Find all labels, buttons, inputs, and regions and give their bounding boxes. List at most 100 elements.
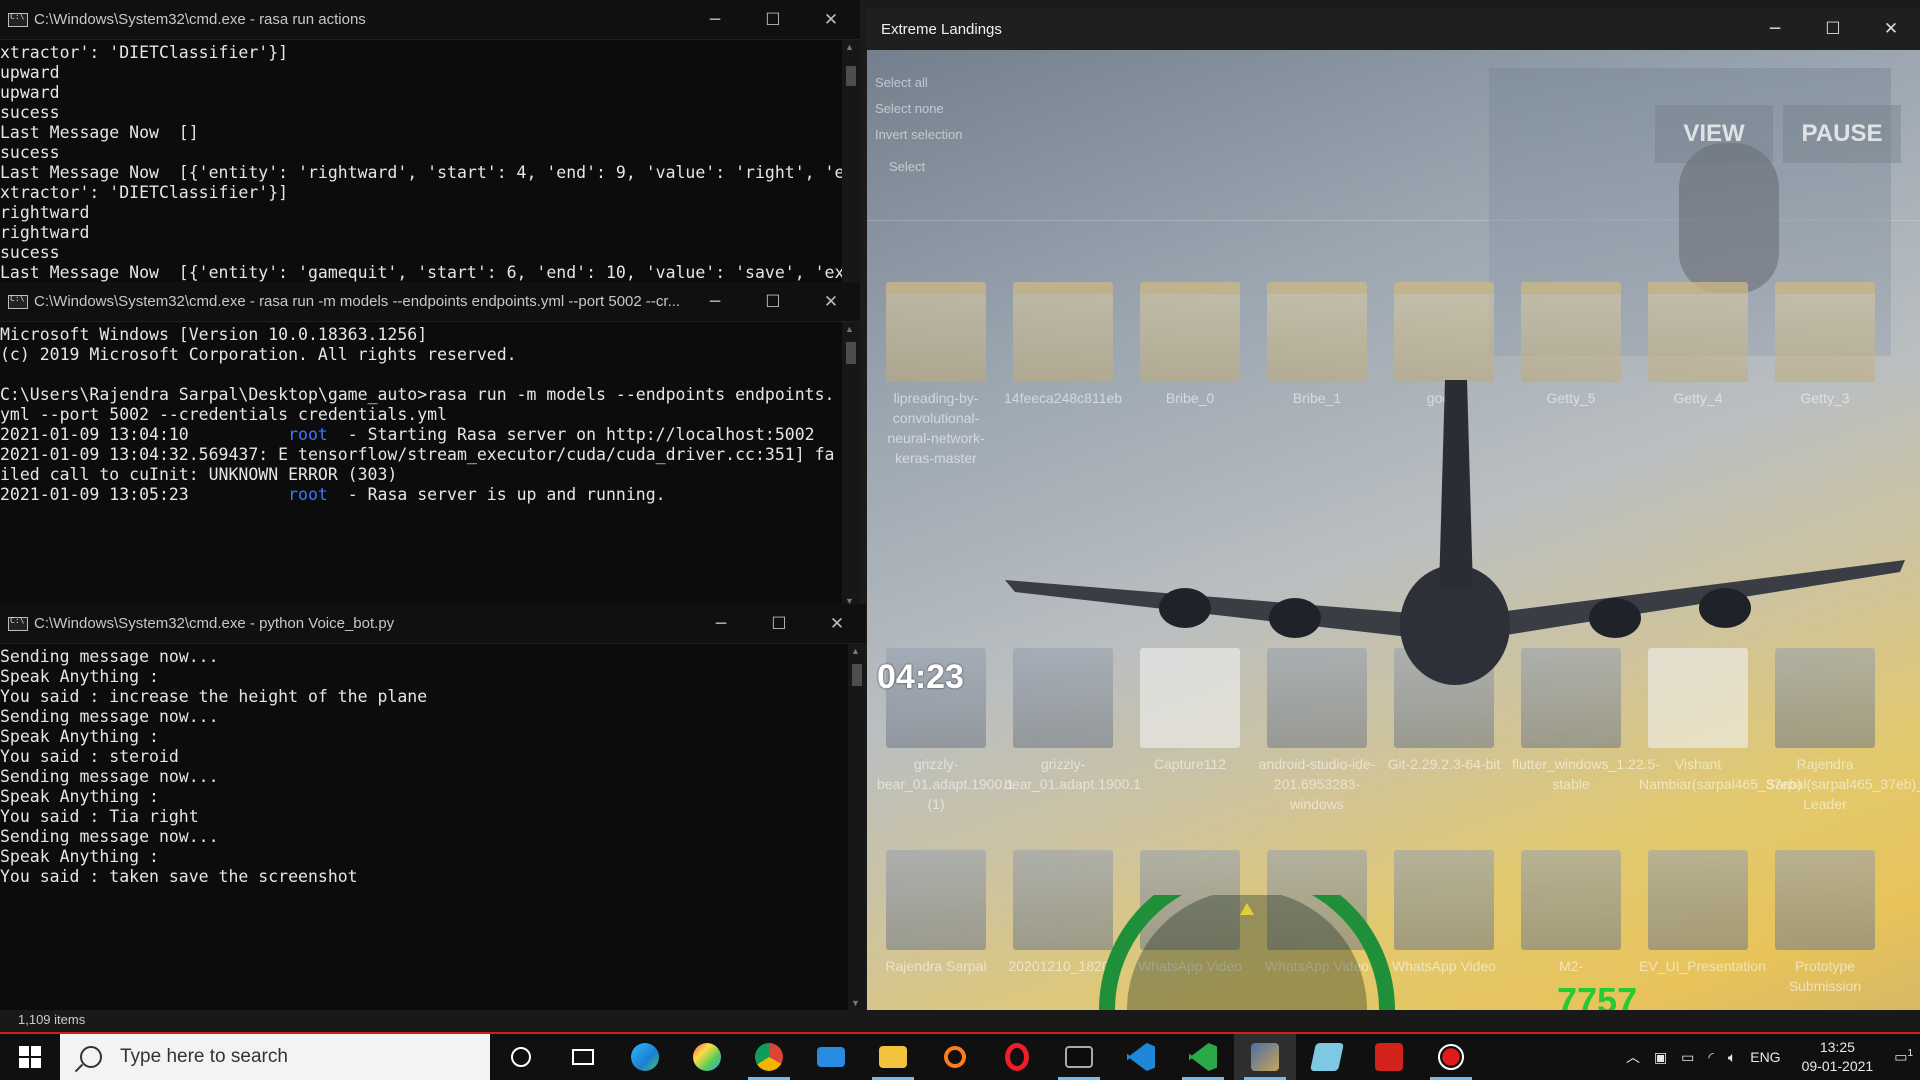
opera-browser-icon[interactable] (986, 1034, 1048, 1080)
desktop-icon[interactable]: M2- (1512, 850, 1630, 976)
vscode-icon[interactable] (1110, 1034, 1172, 1080)
minimize-icon[interactable]: ─ (686, 292, 744, 312)
cmd-titlebar[interactable]: C:\Windows\System32\cmd.exe - rasa run a… (0, 0, 860, 40)
taskbar-search-box[interactable]: Type here to search (60, 1034, 490, 1080)
edge-browser-icon[interactable] (614, 1034, 676, 1080)
clock[interactable]: 13:25 09-01-2021 (1802, 1038, 1874, 1076)
file-thumbnail (886, 850, 986, 950)
scroll-up-icon[interactable]: ▲ (845, 42, 854, 52)
scroll-down-icon[interactable]: ▼ (851, 998, 860, 1008)
desktop-icon-label: android-studio-ide-201.6953283-windows (1258, 756, 1376, 812)
file-thumbnail (886, 282, 986, 382)
maximize-icon[interactable]: ☐ (744, 10, 802, 30)
scroll-thumb[interactable] (846, 342, 856, 364)
view-button[interactable]: VIEW (1655, 105, 1773, 163)
mail-icon[interactable] (800, 1034, 862, 1080)
desktop-icon-label: Git-2.29.2.3-64-bit (1387, 756, 1501, 772)
game-timer: 04:23 (877, 658, 964, 696)
cmd-titlebar[interactable]: C:\Windows\System32\cmd.exe - python Voi… (0, 604, 866, 644)
scrollbar[interactable]: ▲ (842, 40, 860, 282)
scroll-up-icon[interactable]: ▲ (845, 324, 854, 334)
pause-button[interactable]: PAUSE (1783, 105, 1901, 163)
log-tag: root (188, 425, 348, 444)
desktop-icon[interactable]: WhatsApp Video (1385, 850, 1503, 976)
taskbar: Type here to search ︿ ▣ ▭ ◜ 🔈︎ ENG 13:25… (0, 1032, 1920, 1080)
desktop-icon[interactable]: EV_UI_Presentation (1639, 850, 1766, 976)
extreme-landings-icon[interactable] (1234, 1034, 1296, 1080)
file-thumbnail (1013, 282, 1113, 382)
desktop-icon[interactable]: Rajendra Sarpal (877, 850, 995, 976)
desktop-icon[interactable]: lipreading-by-convolutional-neural-netwo… (877, 282, 995, 468)
console-line: Speak Anything : (0, 787, 159, 806)
minimize-icon[interactable]: ─ (692, 614, 750, 634)
battery-icon[interactable]: ▭ (1681, 1049, 1694, 1066)
notepad-icon[interactable] (1296, 1034, 1358, 1080)
file-thumbnail (1394, 850, 1494, 950)
minimize-icon[interactable]: ─ (686, 10, 744, 30)
show-hidden-icons-chevron-up-icon[interactable]: ︿ (1626, 1047, 1640, 1067)
scroll-up-icon[interactable]: ▲ (851, 646, 860, 656)
maximize-icon[interactable]: ☐ (750, 614, 808, 634)
desktop-icon-label: EV_UI_Presentation (1639, 958, 1766, 974)
scrollbar[interactable]: ▲ ▼ (848, 644, 866, 1010)
minimize-icon[interactable]: ─ (1746, 19, 1804, 39)
visual-studio-icon[interactable] (1172, 1034, 1234, 1080)
log-tag: root (188, 485, 348, 504)
scrollbar[interactable]: ▲ ▼ (842, 322, 860, 608)
close-icon[interactable]: ✕ (802, 292, 860, 312)
cmd-window-rasa-actions[interactable]: C:\Windows\System32\cmd.exe - rasa run a… (0, 0, 860, 282)
windows-logo-icon (19, 1046, 41, 1068)
notification-center-icon[interactable]: ▭1 (1894, 1048, 1913, 1066)
console-line: rightward (0, 223, 90, 242)
scroll-thumb[interactable] (846, 66, 856, 86)
clock-date: 09-01-2021 (1801, 1058, 1874, 1074)
cortana-icon[interactable] (490, 1034, 552, 1080)
explorer-statusbar: 1,109 items (0, 1010, 1920, 1032)
scroll-thumb[interactable] (852, 664, 862, 686)
search-tool-icon[interactable] (924, 1034, 986, 1080)
console-line: Sending message now... (0, 707, 219, 726)
maximize-icon[interactable]: ☐ (744, 292, 802, 312)
game-window-extreme-landings[interactable]: Extreme Landings ─ ☐ ✕ Select all Select… (867, 8, 1920, 1010)
device-icon[interactable]: ▣ (1654, 1049, 1667, 1066)
window-title: C:\Windows\System32\cmd.exe - python Voi… (34, 615, 395, 632)
cmd-window-voice-bot[interactable]: C:\Windows\System32\cmd.exe - python Voi… (0, 604, 866, 1010)
file-thumbnail (1267, 282, 1367, 382)
chrome-icon[interactable] (738, 1034, 800, 1080)
paint-app-icon[interactable] (676, 1034, 738, 1080)
close-icon[interactable]: ✕ (802, 10, 860, 30)
desktop-icon-label: Rajendra Sarpal(sarpal465_37eb)_Team Lea… (1766, 756, 1920, 812)
volume-icon[interactable]: 🔈︎ (1728, 1049, 1736, 1066)
file-thumbnail (1648, 850, 1748, 950)
task-view-icon[interactable] (552, 1034, 614, 1080)
console-line: upward (0, 63, 60, 82)
close-icon[interactable]: ✕ (1862, 19, 1920, 39)
screen-recorder-icon[interactable] (1420, 1034, 1482, 1080)
close-icon[interactable]: ✕ (808, 614, 866, 634)
airplane-graphic (1005, 380, 1905, 685)
window-title: C:\Windows\System32\cmd.exe - rasa run -… (34, 293, 681, 310)
console-output: Sending message now... Speak Anything : Yo… (0, 644, 848, 1010)
file-thumbnail (1521, 282, 1621, 382)
file-thumbnail (1521, 850, 1621, 950)
maximize-icon[interactable]: ☐ (1804, 19, 1862, 39)
menu-select-all[interactable]: Select all (875, 75, 928, 90)
console-line: sucess (0, 103, 60, 122)
desktop-icon[interactable]: Prototype Submission (1766, 850, 1884, 996)
file-explorer-icon[interactable] (862, 1034, 924, 1080)
language-indicator[interactable]: ENG (1750, 1049, 1780, 1065)
acrobat-reader-icon[interactable] (1358, 1034, 1420, 1080)
search-icon (80, 1046, 102, 1068)
menu-invert-selection[interactable]: Invert selection (875, 127, 962, 142)
menu-select-none[interactable]: Select none (875, 101, 944, 116)
console-line: You said : Tia right (0, 807, 199, 826)
start-button[interactable] (0, 1034, 60, 1080)
cmd-titlebar[interactable]: C:\Windows\System32\cmd.exe - rasa run -… (0, 282, 860, 322)
cmd-window-rasa-server[interactable]: C:\Windows\System32\cmd.exe - rasa run -… (0, 282, 860, 608)
console-line: yml --port 5002 --credentials credential… (0, 405, 448, 424)
command-prompt-icon[interactable] (1048, 1034, 1110, 1080)
console-line: You said : steroid (0, 747, 179, 766)
game-titlebar[interactable]: Extreme Landings ─ ☐ ✕ (867, 8, 1920, 50)
console-line: You said : increase the height of the pl… (0, 687, 428, 706)
wifi-icon[interactable]: ◜ (1708, 1049, 1713, 1066)
